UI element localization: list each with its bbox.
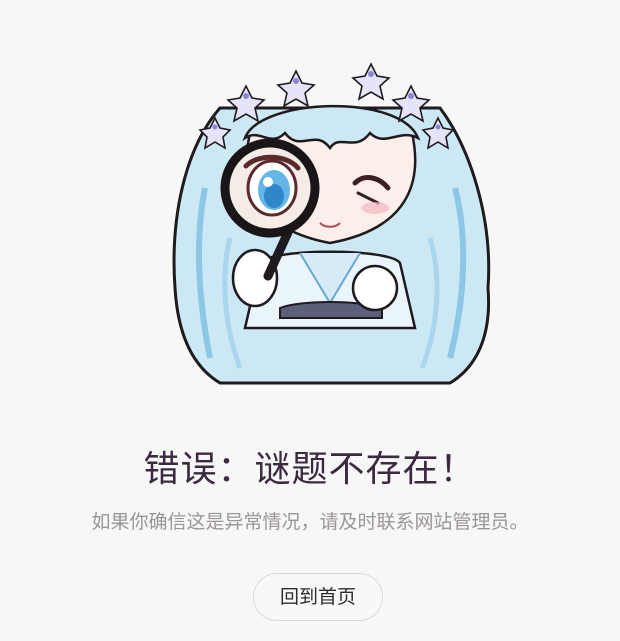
chibi-girl-magnifying-glass-illustration [172, 62, 491, 385]
page-title: 错误：谜题不存在！ [143, 449, 477, 490]
error-message: 如果你确信这是异常情况，请及时联系网站管理员。 [91, 511, 529, 533]
back-to-home-button[interactable]: 回到首页 [253, 573, 383, 621]
error-page: 错误：谜题不存在！ 如果你确信这是异常情况，请及时联系网站管理员。 回到首页 [0, 0, 620, 641]
